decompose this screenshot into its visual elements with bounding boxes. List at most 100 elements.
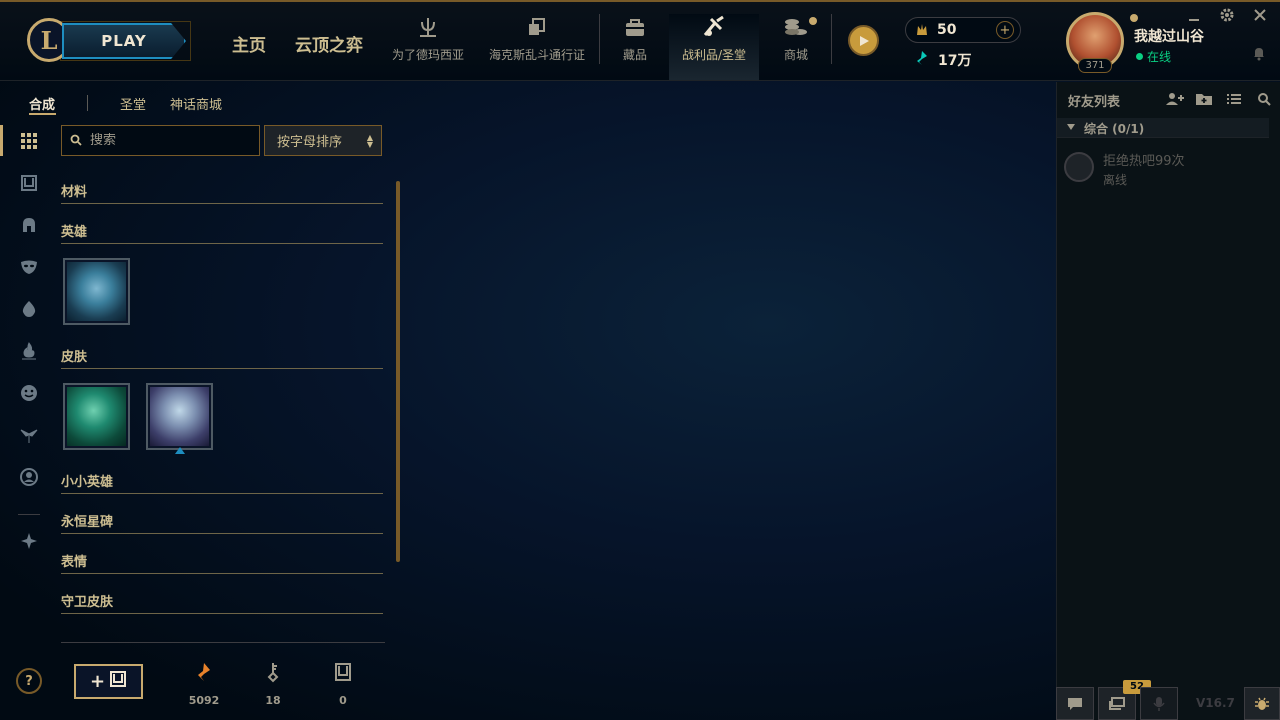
- nav-demacia-label: 为了德玛西亚: [391, 48, 464, 62]
- subtab-separator: [87, 95, 88, 111]
- plus-icon: +: [89, 671, 106, 692]
- summoner-icon[interactable]: [18, 466, 40, 488]
- nav-hextech-pass[interactable]: 海克斯乱斗通行证: [486, 14, 588, 80]
- notifications-bell-icon[interactable]: [1252, 45, 1266, 65]
- little-legend-egg-icon[interactable]: [18, 298, 40, 320]
- gold-border-line: [0, 0, 1280, 2]
- blue-essence-icon: [915, 50, 929, 70]
- bug-report-button[interactable]: [1244, 687, 1280, 720]
- nav-separator: [831, 14, 832, 64]
- list-view-icon[interactable]: [1224, 90, 1244, 108]
- category-champions[interactable]: 英雄: [61, 221, 383, 244]
- add-friend-icon[interactable]: [1165, 90, 1185, 108]
- nav-demacia[interactable]: 为了德玛西亚: [388, 14, 468, 80]
- profile-status[interactable]: 在线: [1136, 48, 1171, 65]
- search-box[interactable]: [61, 125, 260, 156]
- loot-tile-skin[interactable]: [146, 383, 213, 450]
- search-input[interactable]: [90, 133, 240, 148]
- play-button[interactable]: PLAY: [62, 23, 186, 59]
- settings-gear-icon[interactable]: [1220, 7, 1234, 29]
- friend-group-label: 综合 (0/1): [1084, 122, 1145, 136]
- sort-arrows-icon: ▲ ▼: [366, 133, 373, 149]
- ward-icon[interactable]: [18, 424, 40, 446]
- skin-mask-icon[interactable]: [18, 256, 40, 278]
- keys-amount: 18: [265, 694, 281, 707]
- keys-counter: 18: [253, 660, 293, 707]
- close-icon[interactable]: [1254, 7, 1266, 29]
- voice-button[interactable]: [1140, 687, 1178, 720]
- tab-mythic-shop[interactable]: 神话商城: [170, 94, 222, 113]
- champion-portrait: [67, 262, 126, 321]
- profile-notification-dot: [1130, 14, 1138, 22]
- add-folder-icon[interactable]: [1194, 90, 1214, 108]
- eternals-flame-icon[interactable]: [18, 340, 40, 362]
- search-icon[interactable]: [1254, 90, 1274, 108]
- friends-list-title: 好友列表: [1068, 95, 1121, 110]
- nav-loot[interactable]: 战利品/圣堂: [669, 14, 759, 80]
- champion-helmet-icon[interactable]: [18, 214, 40, 236]
- emote-face-icon[interactable]: [18, 382, 40, 404]
- demacia-icon: [417, 14, 439, 40]
- friend-name[interactable]: 拒绝热吧99次: [1103, 150, 1185, 169]
- chest-icon: [109, 670, 127, 693]
- search-icon: [70, 131, 82, 150]
- friends-panel: 好友列表 综合 (0/1) 拒绝热吧99次 离线: [1056, 82, 1280, 720]
- pass-icon: [526, 14, 548, 40]
- bug-icon: [1255, 697, 1269, 710]
- orange-essence-counter: 5092: [184, 660, 224, 707]
- summoner-level-badge: 371: [1078, 58, 1112, 73]
- chest-icon[interactable]: [18, 172, 40, 194]
- skin-portrait: [67, 387, 126, 446]
- sort-dropdown-label: 按字母排序: [277, 135, 343, 150]
- top-navigation-bar: L PLAY 主页 云顶之弈 为了德玛西亚 海克斯乱斗通行证 藏品 战利品/圣堂…: [0, 0, 1280, 81]
- category-little-legends[interactable]: 小小英雄: [61, 471, 383, 494]
- nav-tft[interactable]: 云顶之弈: [295, 31, 363, 56]
- tab-craft[interactable]: 合成: [29, 94, 55, 113]
- nav-home[interactable]: 主页: [232, 31, 266, 56]
- rail-divider: [18, 514, 40, 515]
- notification-tray-icon: [1109, 696, 1125, 710]
- help-button[interactable]: ?: [16, 668, 42, 694]
- minimize-icon[interactable]: [1188, 7, 1200, 31]
- loot-tile-champion[interactable]: [63, 258, 130, 325]
- buy-rp-button[interactable]: +: [996, 21, 1014, 39]
- orange-essence-amount: 5092: [188, 694, 220, 707]
- sanctum-icon[interactable]: [18, 530, 40, 552]
- category-ward-skins[interactable]: 守卫皮肤: [61, 591, 383, 614]
- category-materials[interactable]: 材料: [61, 181, 383, 204]
- microphone-icon: [1153, 696, 1165, 711]
- category-emotes[interactable]: 表情: [61, 551, 383, 574]
- profile-status-text: 在线: [1147, 50, 1172, 64]
- loot-icon: [701, 14, 727, 40]
- skin-portrait: [150, 387, 209, 446]
- riot-points-amount: 50: [937, 22, 957, 38]
- chat-button[interactable]: [1056, 687, 1094, 720]
- craft-chest-button[interactable]: +: [74, 664, 143, 699]
- collapse-triangle-icon: [1067, 124, 1075, 130]
- client-window: L PLAY 主页 云顶之弈 为了德玛西亚 海克斯乱斗通行证 藏品 战利品/圣堂…: [0, 0, 1280, 720]
- nav-separator: [599, 14, 600, 64]
- rail-active-indicator: [0, 125, 3, 156]
- loot-tile-skin[interactable]: [63, 383, 130, 450]
- category-skins[interactable]: 皮肤: [61, 346, 383, 369]
- collection-icon: [623, 14, 647, 40]
- tab-sanctum[interactable]: 圣堂: [120, 94, 146, 113]
- loot-list-scrollbar[interactable]: [396, 181, 400, 562]
- chests-amount: 0: [339, 694, 347, 707]
- tab-craft-underline: [29, 113, 56, 115]
- all-items-grid-icon[interactable]: [18, 130, 40, 152]
- friend-group-general[interactable]: 综合 (0/1): [1057, 118, 1269, 138]
- store-notification-dot: [809, 17, 817, 25]
- nav-pass-label: 海克斯乱斗通行证: [488, 48, 585, 62]
- client-version: V16.7: [1196, 696, 1235, 710]
- tft-pass-icon[interactable]: [848, 25, 879, 56]
- friend-status: 离线: [1103, 173, 1128, 187]
- list-divider: [61, 642, 385, 643]
- blue-essence-amount: 17万: [938, 53, 972, 69]
- category-eternals[interactable]: 永恒星碑: [61, 511, 383, 534]
- key-fragment-icon: [253, 660, 293, 684]
- sort-dropdown[interactable]: 按字母排序 ▲ ▼: [264, 125, 382, 156]
- friend-avatar[interactable]: [1064, 152, 1094, 182]
- nav-store-label: 商城: [783, 48, 808, 62]
- nav-collection[interactable]: 藏品: [614, 14, 656, 80]
